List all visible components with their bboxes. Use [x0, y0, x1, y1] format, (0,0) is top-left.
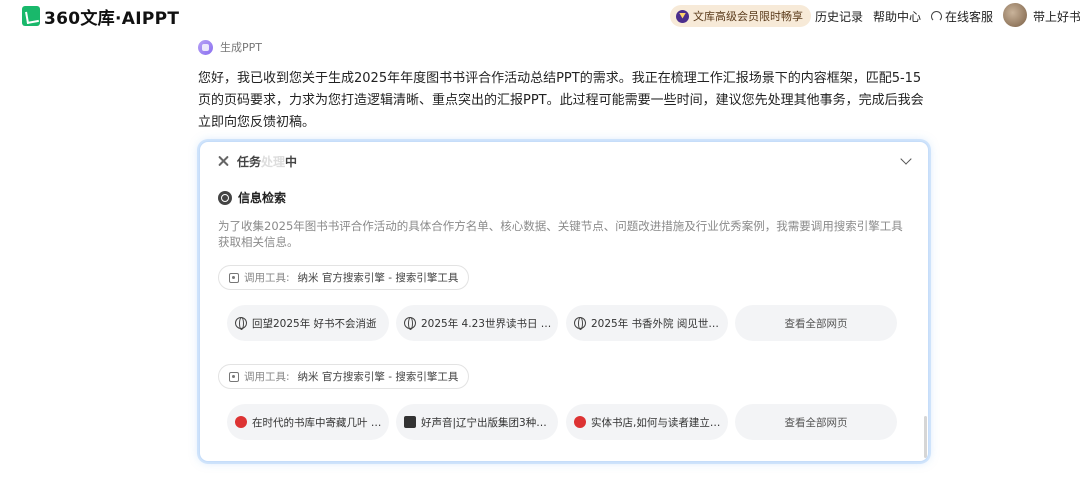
online-service-label: 在线客服: [945, 10, 994, 24]
tool-icon: [229, 371, 239, 382]
search-result-title: 好声音|辽宁出版集团3种好…: [421, 416, 553, 429]
search-icon: [218, 190, 232, 205]
vip-label: 文库高级会员限时畅享: [693, 10, 803, 23]
assistant-header: 生成PPT: [198, 39, 262, 55]
globe-icon: [574, 317, 586, 330]
view-all-pages-button[interactable]: 查看全部网页: [735, 305, 897, 341]
info-search-header: 信息检索: [218, 189, 286, 206]
red-site-icon: [235, 416, 247, 428]
view-all-pages-button[interactable]: 查看全部网页: [735, 404, 897, 440]
task-status-title-faded: 处理: [261, 155, 286, 169]
red-site-icon: [574, 416, 586, 428]
task-status-title-main: 任务: [237, 155, 262, 169]
diamond-icon: [676, 9, 689, 23]
tool-call-name: 纳米 官方搜索引擎 - 搜索引擎工具: [297, 272, 459, 284]
tool-call-prefix: 调用工具:: [244, 272, 290, 284]
task-card: 任务处理中 信息检索 为了收集2025年图书书评合作活动的具体合作方名单、核心数…: [199, 141, 929, 462]
task-header[interactable]: 任务处理中: [217, 153, 297, 170]
search-result-title: 在时代的书库中寄藏几叶 光…: [252, 416, 384, 429]
search-result-title: 回望2025年 好书不会消逝: [252, 317, 377, 330]
dark-site-icon: [404, 416, 416, 428]
tool-icon: [229, 272, 239, 283]
info-search-title: 信息检索: [238, 191, 287, 205]
search-result-chip[interactable]: 回望2025年 好书不会消逝: [227, 305, 389, 341]
globe-icon: [404, 317, 416, 330]
task-icon: [217, 155, 230, 168]
logo-text: 360文库·AIPPT: [44, 8, 180, 29]
avatar[interactable]: [1003, 3, 1027, 27]
search-result-title: 实体书店,如何与读者建立深…: [591, 416, 723, 429]
task-status-title-tail: 中: [285, 155, 298, 169]
search-result-title: 2025年 4.23世界读书日 暨…: [421, 317, 553, 330]
top-bar: 360文库·AIPPT 文库高级会员限时畅享 历史记录 帮助中心 在线客服 带上…: [0, 0, 1080, 32]
search-result-chip[interactable]: 2025年 书香外院 阅见世界 …: [566, 305, 728, 341]
tool-call-pill: 调用工具: 纳米 官方搜索引擎 - 搜索引擎工具: [218, 364, 470, 389]
tool-call-prefix: 调用工具:: [244, 371, 290, 383]
chevron-down-icon[interactable]: [900, 153, 912, 165]
info-search-description: 为了收集2025年图书书评合作活动的具体合作方名单、核心数据、关键节点、问题改进…: [218, 219, 903, 249]
search-result-chip[interactable]: 在时代的书库中寄藏几叶 光…: [227, 404, 389, 440]
assistant-icon: [198, 39, 213, 55]
globe-icon: [235, 317, 247, 330]
search-result-title: 2025年 书香外院 阅见世界 …: [591, 317, 723, 330]
assistant-label: 生成PPT: [220, 41, 262, 54]
scrollbar[interactable]: [924, 416, 927, 458]
task-status-title: 任务处理中: [237, 153, 297, 170]
logo[interactable]: 360文库·AIPPT: [22, 5, 180, 29]
logo-icon: [22, 6, 40, 26]
help-center-link[interactable]: 帮助中心: [873, 8, 921, 25]
user-name[interactable]: 带上好书去: [1033, 8, 1080, 25]
tool-call-pill: 调用工具: 纳米 官方搜索引擎 - 搜索引擎工具: [218, 265, 470, 290]
online-service-link[interactable]: 在线客服: [931, 8, 993, 25]
tool-call-name: 纳米 官方搜索引擎 - 搜索引擎工具: [297, 371, 459, 383]
headset-icon: [931, 11, 942, 22]
assistant-message: 您好，我已收到您关于生成2025年年度图书书评合作活动总结PPT的需求。我正在梳…: [198, 71, 924, 130]
history-link[interactable]: 历史记录: [815, 8, 863, 25]
search-result-chip[interactable]: 实体书店,如何与读者建立深…: [566, 404, 728, 440]
search-result-chip[interactable]: 好声音|辽宁出版集团3种好…: [396, 404, 558, 440]
search-result-chip[interactable]: 2025年 4.23世界读书日 暨…: [396, 305, 558, 341]
vip-promo-button[interactable]: 文库高级会员限时畅享: [670, 5, 811, 27]
